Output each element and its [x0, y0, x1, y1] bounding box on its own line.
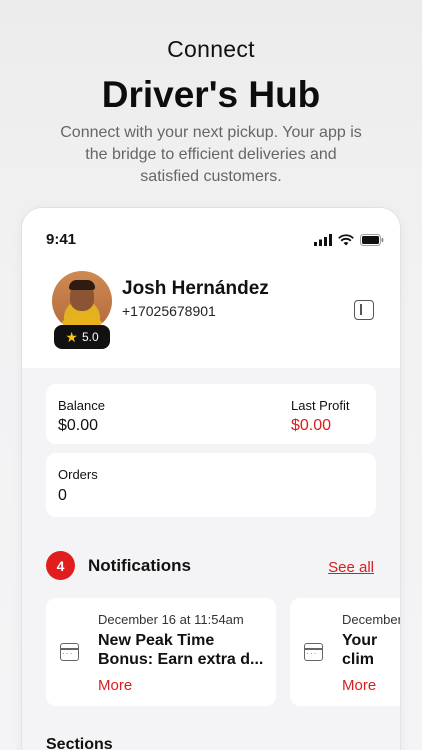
signal-icon	[314, 234, 332, 246]
notification-more-link[interactable]: More	[98, 677, 132, 694]
balance-value: $0.00	[58, 417, 99, 434]
balance-card[interactable]: Balance $0.00 Last Profit $0.00	[46, 384, 376, 444]
phone-screen: 9:41 ★ 5.0 Josh Hernández +17025678901 B…	[22, 208, 400, 750]
profile-header: 9:41 ★ 5.0 Josh Hernández +17025678901	[22, 208, 400, 368]
rating-badge: ★ 5.0	[54, 325, 110, 349]
driver-name: Josh Hernández	[122, 278, 269, 299]
promo-subtitle: Connect with your next pickup. Your app …	[60, 124, 362, 185]
notification-count-badge: 4	[46, 551, 75, 580]
rating-value: 5.0	[81, 330, 99, 344]
status-icons	[314, 234, 384, 246]
balance-label: Balance	[58, 398, 105, 413]
notification-card[interactable]: December Your clim More	[290, 598, 400, 706]
promo-eyebrow: Connect	[167, 36, 255, 62]
last-profit-label: Last Profit	[291, 398, 350, 413]
notification-title: Your clim	[342, 632, 378, 668]
profile-card-icon[interactable]	[354, 300, 374, 320]
sections-heading: Sections	[46, 736, 113, 750]
orders-label: Orders	[58, 467, 98, 482]
notification-date: December	[342, 612, 400, 627]
orders-value: 0	[58, 487, 67, 504]
calendar-icon	[60, 643, 79, 661]
notification-title: New Peak Time Bonus: Earn extra d...	[98, 632, 264, 668]
notifications-heading: Notifications	[88, 556, 191, 575]
orders-card[interactable]: Orders 0	[46, 453, 376, 517]
notification-date: December 16 at 11:54am	[98, 612, 244, 627]
status-time: 9:41	[46, 231, 77, 248]
promo-title: Driver's Hub	[101, 74, 321, 115]
driver-phone: +17025678901	[122, 303, 216, 319]
avatar[interactable]	[52, 271, 112, 331]
star-icon: ★	[65, 328, 78, 345]
notification-more-link[interactable]: More	[342, 677, 376, 694]
see-all-link[interactable]: See all	[328, 559, 374, 576]
wifi-icon	[338, 234, 354, 246]
last-profit-value: $0.00	[291, 417, 332, 434]
notification-card[interactable]: December 16 at 11:54am New Peak Time Bon…	[46, 598, 276, 706]
calendar-icon	[304, 643, 323, 661]
battery-icon	[360, 234, 384, 246]
